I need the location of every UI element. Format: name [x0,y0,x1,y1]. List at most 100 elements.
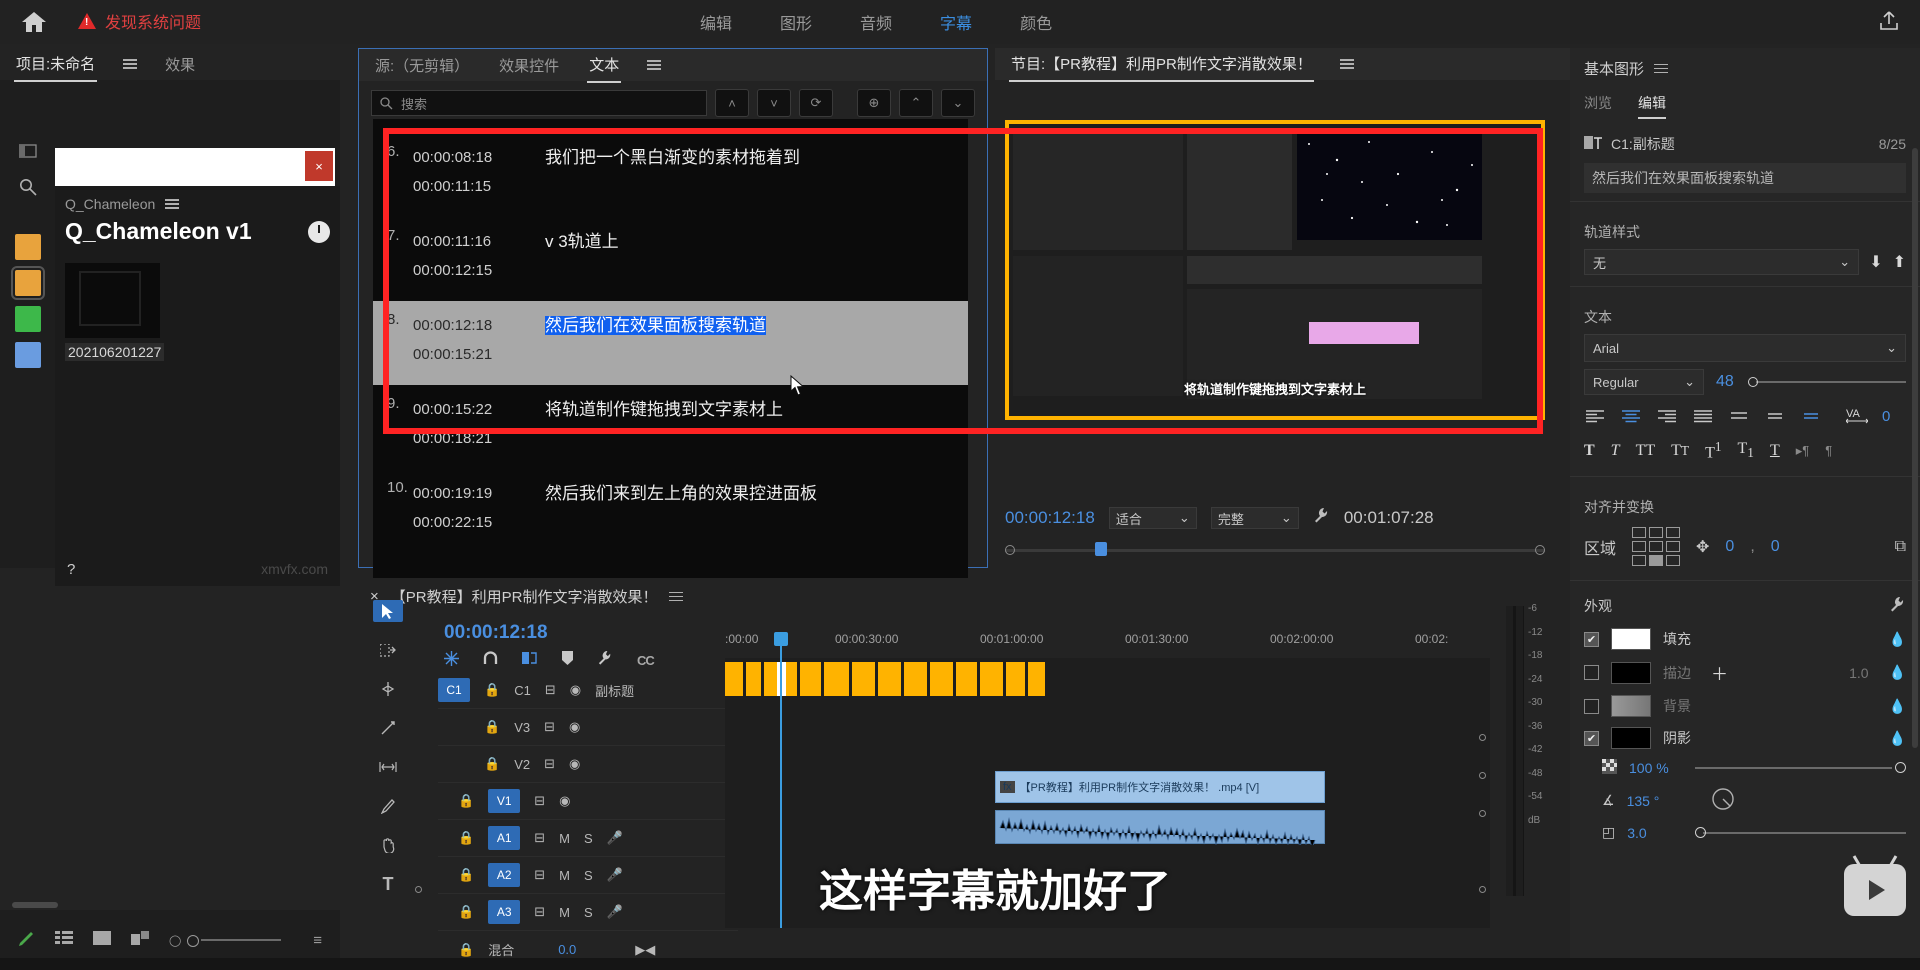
push-style-down-icon[interactable]: ⬇ [1869,252,1882,272]
wrench-icon[interactable] [1313,507,1330,529]
opacity-slider-handle[interactable] [1895,762,1906,774]
track-target-badge[interactable]: C1 [438,678,470,702]
ltr-icon[interactable]: ▸¶ [1796,443,1810,459]
thumbnail-size-slider[interactable] [187,935,282,947]
scrub-start-handle[interactable] [1005,545,1015,555]
mute-button[interactable]: M [559,868,570,883]
track-header-c1[interactable]: C1 🔒 C1 ⊟ ◉ 副标题 [438,672,738,709]
hand-tool-icon[interactable] [373,834,403,856]
tab-browse[interactable]: 浏览 [1584,93,1612,119]
menu-item-captions[interactable]: 字幕 [940,10,972,34]
help-icon[interactable]: ? [67,561,75,578]
tab-program[interactable]: 节目:【PR教程】利用PR制作文字消散效果！ [1009,47,1314,82]
sync-lock-icon[interactable]: ⊟ [545,682,556,698]
all-caps-icon[interactable]: TT [1636,442,1656,460]
share-icon[interactable] [1878,10,1902,34]
sync-lock-icon[interactable]: ⊟ [534,867,545,883]
close-icon[interactable]: × [305,151,333,181]
asset-thumbnail[interactable] [65,263,160,338]
tab-source[interactable]: 源:（无剪辑） [373,49,471,82]
sort-icon[interactable]: ≡ [313,932,322,949]
tab-text[interactable]: 文本 [587,48,622,83]
menu-item-audio[interactable]: 音频 [860,10,892,34]
snap-toggle-icon[interactable] [444,650,459,670]
bold-icon[interactable]: T [1584,442,1595,460]
eye-icon[interactable]: ◉ [559,793,570,809]
label-swatch-blue[interactable] [15,342,41,368]
subscript-icon[interactable]: T1 [1738,440,1754,461]
rolling-edit-icon[interactable] [373,717,403,739]
program-current-time[interactable]: 00:00:12:18 [1005,508,1095,528]
opacity-slider-track[interactable] [1694,767,1892,770]
split-down-icon[interactable]: ⌄ [941,89,975,117]
appearance-stroke-row[interactable]: ✔ 描边 ＋ 1.0 💧 [1570,655,1920,690]
mute-button[interactable]: M [559,905,570,920]
label-swatch-green[interactable] [15,306,41,332]
menu-item-graphics[interactable]: 图形 [780,10,812,34]
appearance-wrench-icon[interactable] [1889,596,1906,616]
magnet-icon[interactable] [483,650,498,670]
microphone-icon[interactable]: 🎤 [607,867,623,883]
eye-icon[interactable]: ◉ [569,756,580,772]
caption-text-input[interactable]: 然后我们在效果面板搜索轨道 [1584,163,1906,193]
caption-track-clips[interactable] [725,662,1045,696]
vertical-top-icon[interactable] [1728,407,1750,425]
pen-tool-icon[interactable] [373,795,403,817]
microphone-icon[interactable]: 🎤 [607,904,623,920]
sync-lock-icon[interactable]: ⊟ [534,793,545,809]
scrub-end-handle[interactable] [1535,545,1545,555]
shadow-opacity-row[interactable]: 100 % [1570,754,1920,782]
list-view-icon[interactable] [13,138,43,164]
track-target-badge[interactable]: A1 [488,826,521,850]
justify-icon[interactable] [1692,407,1714,425]
type-tool-icon[interactable]: T [373,873,403,895]
mute-button[interactable]: M [559,831,570,846]
shadow-opacity-value[interactable]: 100 % [1629,760,1669,776]
sync-lock-icon[interactable]: ⊟ [544,756,555,772]
icon-view-toggle-icon[interactable] [93,931,111,949]
appearance-shadow-row[interactable]: ✔ 阴影 💧 [1570,722,1920,754]
menu-item-edit[interactable]: 编辑 [700,10,732,34]
lock-icon[interactable]: 🔒 [458,942,474,958]
distance-slider-handle[interactable] [1694,826,1706,838]
shadow-distance-value[interactable]: 3.0 [1627,825,1646,841]
timeline-ruler[interactable]: :00:00 00:00:30:00 00:01:00:00 00:01:30:… [725,632,1490,654]
microphone-icon[interactable]: 🎤 [607,830,623,846]
next-caption-icon[interactable]: ˅ [757,89,791,117]
caption-text[interactable]: 我们把一个黑白渐变的素材拖着到 [533,143,956,207]
track-select-forward-icon[interactable] [373,639,403,661]
add-caption-icon[interactable]: ⊕ [857,89,891,117]
caption-list[interactable]: 6. 00:00:08:18 00:00:11:15 我们把一个黑白渐变的素材拖… [373,119,968,599]
appearance-fill-row[interactable]: ✔ 填充 💧 [1570,623,1920,655]
angle-dial-icon[interactable] [1711,787,1735,814]
collapse-icon[interactable]: ▶◀ [635,942,655,958]
playback-resolution-select[interactable]: 完整 ⌄ [1210,507,1299,529]
track-header-v1[interactable]: 🔒 V1 ⊟ ◉ [438,783,738,820]
lock-icon[interactable]: 🔒 [458,793,474,809]
eye-icon[interactable]: ◉ [569,719,580,735]
linked-selection-icon[interactable] [522,651,538,669]
caption-row-selected[interactable]: 8. 00:00:12:18 00:00:15:21 然后我们在效果面板搜索轨道 [373,301,968,385]
solo-button[interactable]: S [584,831,593,846]
font-style-select[interactable]: Regular ⌄ [1584,369,1704,395]
add-stroke-icon[interactable]: ＋ [1711,660,1728,685]
tracking-value[interactable]: 0 [1882,408,1890,425]
prev-caption-icon[interactable]: ˄ [715,89,749,117]
track-target-badge[interactable]: V1 [488,789,521,813]
timeline-menu-icon[interactable] [669,589,684,604]
caption-row[interactable]: 9. 00:00:15:22 00:00:18:21 将轨道制作键拖拽到文字素材… [373,385,968,469]
sync-lock-icon[interactable]: ⊟ [534,830,545,846]
font-size-value[interactable]: 48 [1716,373,1734,391]
track-header-a2[interactable]: 🔒 A2 ⊟ M S 🎤 [438,857,738,894]
align-right-icon[interactable] [1656,407,1678,425]
caption-text[interactable]: 然后我们来到左上角的效果控进面板 [533,479,956,543]
rtl-icon[interactable]: ¶ [1825,443,1832,458]
merge-up-icon[interactable]: ⌃ [899,89,933,117]
system-warning[interactable]: 发现系统问题 [78,9,201,33]
track-header-a1[interactable]: 🔒 A1 ⊟ M S 🎤 [438,820,738,857]
program-preview[interactable]: 将轨道制作键拖拽到文字素材上 [1005,120,1545,420]
stroke-eyedropper-icon[interactable]: 💧 [1889,664,1906,681]
browser-menu-icon[interactable] [165,197,180,212]
timeline-playhead-timecode[interactable]: 00:00:12:18 [444,622,548,644]
vertical-bottom-icon[interactable] [1800,407,1822,425]
